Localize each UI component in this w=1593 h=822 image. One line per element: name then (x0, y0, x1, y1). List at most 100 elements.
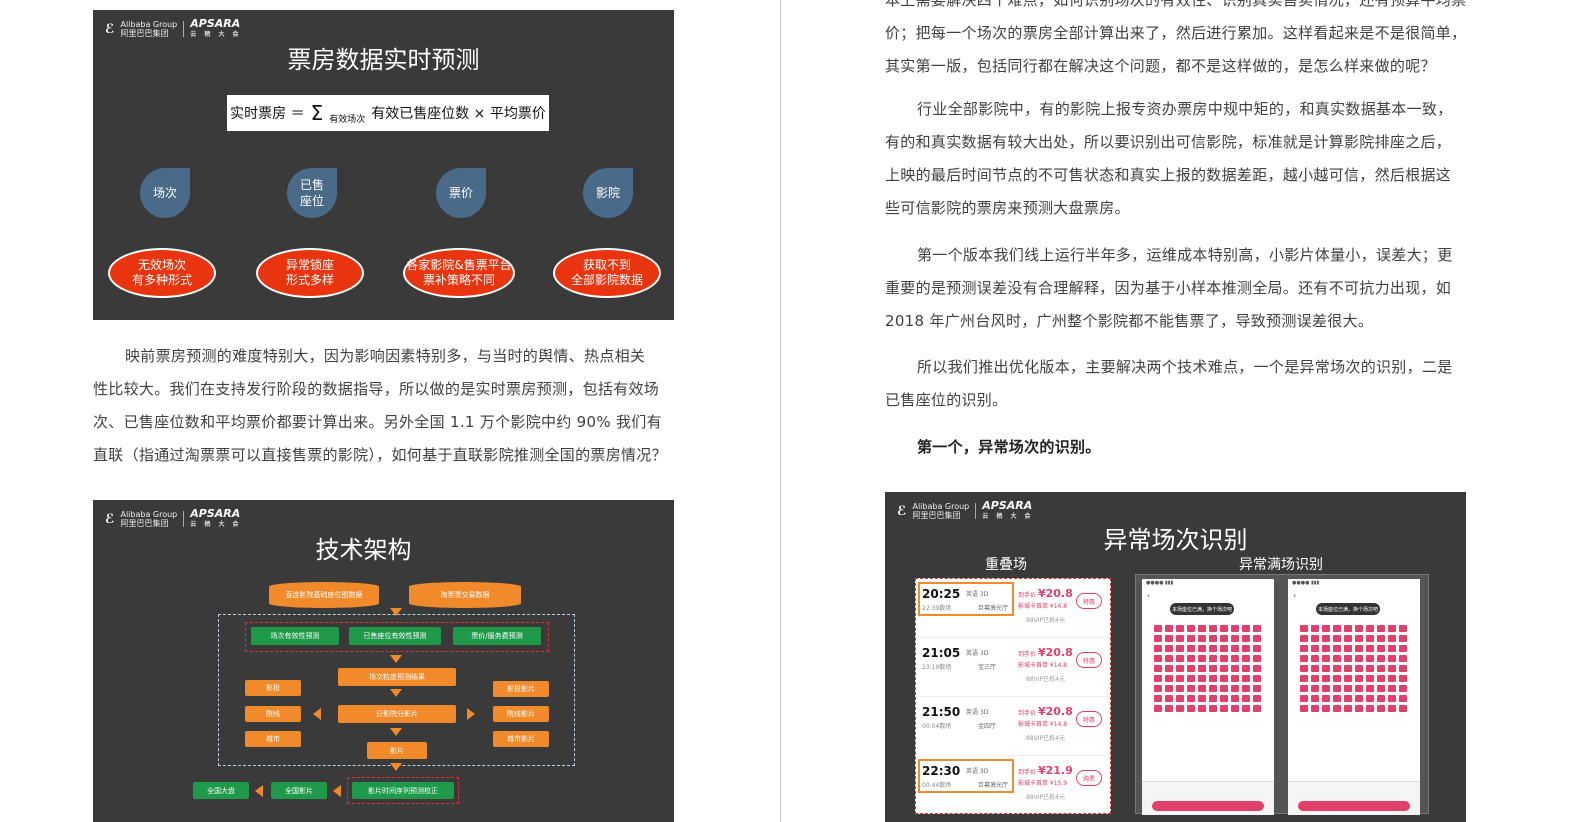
seat (1253, 655, 1261, 662)
deal-button[interactable]: 特惠 (1076, 711, 1102, 727)
back-icon[interactable]: ‹ (1147, 591, 1150, 600)
seat (1154, 625, 1162, 632)
seat (1253, 675, 1261, 682)
formula-box: 实时票房 ＝ Σ 有效场次 有效已售座位数 × 平均票价 (227, 95, 549, 131)
seat (1209, 665, 1217, 672)
pay-button[interactable] (1152, 801, 1264, 811)
seat (1154, 635, 1162, 642)
deal-button[interactable]: 特惠 (1076, 652, 1102, 668)
left-page: ℰ Alibaba Group 阿里巴巴集团 APSARA 云 栖 大 会 票房数据… (0, 0, 780, 822)
seat (1198, 625, 1206, 632)
seat (1187, 705, 1195, 712)
list-item[interactable]: 21:50 00:04散场 英语 3D 金四厅 到手价 ¥20.8 影城卡首单 … (916, 697, 1110, 756)
list-item[interactable]: 21:05 23:19散场 英语 3D 宝三厅 到手价 ¥20.8 影城卡首单 … (916, 638, 1110, 697)
seat (1311, 695, 1319, 702)
deal-button[interactable]: 特惠 (1076, 593, 1102, 609)
box-price-fee: 票价/服务费预测 (453, 627, 541, 645)
seat (1366, 635, 1374, 642)
seat (1388, 665, 1396, 672)
seat (1300, 645, 1308, 652)
seat (1253, 665, 1261, 672)
seat (1388, 675, 1396, 682)
label-abnormal-full: 异常满场识别 (1239, 557, 1323, 573)
box-circuit-film: 院线影片 (493, 706, 549, 722)
seat (1154, 695, 1162, 702)
box-circuit: 院线 (245, 706, 301, 722)
seat (1333, 685, 1341, 692)
seat (1209, 655, 1217, 662)
alibaba-logo-icon: ℰ (105, 511, 115, 527)
seat (1198, 695, 1206, 702)
list-item[interactable]: 22:30 00:44散场 英语 3D 巨幕激光厅 到手价 ¥21.9 影城卡首… (916, 756, 1110, 813)
seat (1198, 655, 1206, 662)
list-item[interactable]: 20:25 22:39散场 英语 3D 巨幕激光厅 到手价 ¥20.8 影城卡首… (916, 579, 1110, 638)
seat (1231, 695, 1239, 702)
seat (1209, 685, 1217, 692)
seat (1300, 635, 1308, 642)
seat (1399, 705, 1407, 712)
apsara-logo: APSARA 云 栖 大 会 (190, 17, 242, 38)
seat (1300, 695, 1308, 702)
back-icon[interactable]: ‹ (1293, 591, 1296, 600)
seat (1242, 655, 1250, 662)
seat (1377, 655, 1385, 662)
paragraph-first-version: 第一个版本我们线上运行半年多，运维成本特别高，小影片体量小，误差大；更 重要的是… (885, 246, 1453, 330)
box-session-result: 场次粒度预测结果 (338, 668, 456, 686)
db-trade-data: 淘票票交易数据 (409, 582, 521, 608)
seat (1366, 695, 1374, 702)
seat (1388, 635, 1396, 642)
seat (1231, 685, 1239, 692)
seat (1187, 645, 1195, 652)
seat (1220, 625, 1228, 632)
phones-frame: ●●●● ▮▮▮ ‹ 本场座位已满，换个场次吧 ●●●● ▮▮▮ ‹ 本场座位已… (1135, 574, 1429, 815)
seat (1242, 635, 1250, 642)
seat (1176, 665, 1184, 672)
seat (1187, 635, 1195, 642)
box-session-validity: 场次有效性预测 (251, 627, 339, 645)
box-investor-film: 影投影片 (493, 681, 549, 697)
paragraph-prediction-difficulty: 映前票房预测的难度特别大，因为影响因素特别多，与当时的舆情、热点相关 性比较大。… (93, 347, 667, 464)
seat (1198, 675, 1206, 682)
seat (1187, 695, 1195, 702)
apsara-logo: APSARA 云 栖 大 会 (982, 499, 1034, 520)
seat (1231, 705, 1239, 712)
seat (1165, 665, 1173, 672)
seat (1388, 645, 1396, 652)
seat (1355, 665, 1363, 672)
section-heading: 第一个，异常场次的识别。 (917, 438, 1101, 456)
seat (1322, 685, 1330, 692)
seat (1355, 685, 1363, 692)
seat (1366, 705, 1374, 712)
seat (1220, 645, 1228, 652)
seat (1220, 665, 1228, 672)
seat (1209, 645, 1217, 652)
right-page: 本上需要解决四个难点，如何识别场次的有效性、识别真实售卖情况，还有预算平均票 价… (781, 0, 1593, 822)
seat (1399, 665, 1407, 672)
seat (1253, 695, 1261, 702)
phone-screen-right: ●●●● ▮▮▮ ‹ 本场座位已满，换个场次吧 (1288, 579, 1420, 815)
buy-button[interactable]: 购票 (1076, 770, 1102, 786)
apsara-logo: APSARA 云 栖 大 会 (190, 507, 242, 528)
paragraph-trusted-cinemas: 行业全部影院中，有的影院上报专资办票房中规中矩的，和真实数据基本一致， 有的和真… (885, 100, 1453, 217)
seat (1399, 655, 1407, 662)
seat (1154, 705, 1162, 712)
seat (1154, 675, 1162, 682)
seat (1344, 635, 1352, 642)
seat (1300, 705, 1308, 712)
seat (1333, 635, 1341, 642)
slide-logo: ℰ Alibaba Group 阿里巴巴集团 APSARA 云 栖 大 会 (897, 499, 1034, 520)
phone-screen-left: ●●●● ▮▮▮ ‹ 本场座位已满，换个场次吧 (1142, 579, 1274, 815)
seat (1333, 625, 1341, 632)
box-by-cinema-film: 分影院分影片 (338, 705, 456, 723)
db-cinema-seat-data: 直连影院基础座位图数据 (269, 582, 379, 608)
pay-button[interactable] (1298, 801, 1410, 811)
seat (1176, 675, 1184, 682)
seat (1220, 675, 1228, 682)
seat (1165, 625, 1173, 632)
seat (1165, 695, 1173, 702)
seat (1355, 635, 1363, 642)
seat (1399, 625, 1407, 632)
full-tip: 本场座位已满，换个场次吧 (1316, 603, 1380, 615)
seat (1231, 635, 1239, 642)
seat (1198, 645, 1206, 652)
